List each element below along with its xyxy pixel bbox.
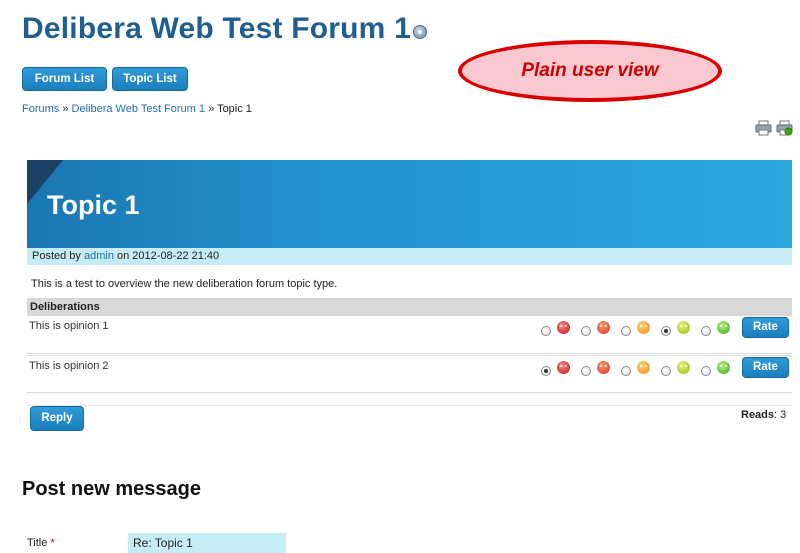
title-label-text: Title xyxy=(27,537,48,549)
print-icon[interactable] xyxy=(755,120,772,136)
breadcrumb-separator: » xyxy=(62,103,69,115)
rating-radio-very-good[interactable] xyxy=(701,326,711,336)
divider xyxy=(27,405,792,406)
neutral-face-icon xyxy=(637,321,650,334)
breadcrumb: Forums » Delibera Web Test Forum 1 » Top… xyxy=(22,103,252,115)
bad-face-icon xyxy=(597,361,610,374)
rating-radio-very-good[interactable] xyxy=(701,366,711,376)
reads-colon: : xyxy=(774,409,778,421)
opinion-row: This is opinion 2 Rate xyxy=(27,355,792,393)
neutral-face-icon xyxy=(637,361,650,374)
opinion-text: This is opinion 1 xyxy=(29,320,109,332)
topic-title: Topic 1 xyxy=(47,190,140,220)
very-bad-face-icon xyxy=(557,321,570,334)
author-link[interactable]: admin xyxy=(84,250,114,262)
deliberations-header: Deliberations xyxy=(27,298,792,316)
page-title: Delibera Web Test Forum 1 xyxy=(22,12,411,45)
title-field-label: Title * xyxy=(27,537,55,549)
breadcrumb-separator: » xyxy=(208,103,215,115)
rating-radio-neutral[interactable] xyxy=(621,366,631,376)
topic-body: This is a test to overview the new delib… xyxy=(31,278,338,290)
very-good-face-icon xyxy=(717,361,730,374)
good-face-icon xyxy=(677,361,690,374)
topic-banner: Topic 1 xyxy=(27,160,792,248)
opinion-text: This is opinion 2 xyxy=(29,360,109,372)
rating-radio-good[interactable] xyxy=(661,326,671,336)
very-bad-face-icon xyxy=(557,361,570,374)
rate-button[interactable]: Rate xyxy=(742,317,789,338)
forum-list-button[interactable]: Forum List xyxy=(22,67,107,91)
rating-radio-bad[interactable] xyxy=(581,366,591,376)
print-preview-icon[interactable] xyxy=(776,120,793,136)
reads-label: Reads xyxy=(741,409,775,421)
rating-radio-good[interactable] xyxy=(661,366,671,376)
help-icon[interactable] xyxy=(413,25,427,39)
rating-radio-bad[interactable] xyxy=(581,326,591,336)
posted-by-bar: Posted by admin on 2012-08-22 21:40 xyxy=(27,248,792,265)
good-face-icon xyxy=(677,321,690,334)
posted-by-label: Posted by xyxy=(32,250,81,262)
breadcrumb-current: Topic 1 xyxy=(217,103,252,115)
title-input[interactable] xyxy=(128,533,286,553)
posted-date: on 2012-08-22 21:40 xyxy=(117,250,220,262)
rate-button[interactable]: Rate xyxy=(742,357,789,378)
rating-radio-very-bad[interactable] xyxy=(541,326,551,336)
rating-radio-neutral[interactable] xyxy=(621,326,631,336)
breadcrumb-forums-link[interactable]: Forums xyxy=(22,103,59,115)
post-new-message-heading: Post new message xyxy=(22,478,201,500)
breadcrumb-forum-link[interactable]: Delibera Web Test Forum 1 xyxy=(72,103,205,115)
opinion-row: This is opinion 1 Rate xyxy=(27,316,792,354)
very-good-face-icon xyxy=(717,321,730,334)
required-marker: * xyxy=(50,537,55,549)
reads-count: Reads: 3 xyxy=(741,409,786,421)
rating-scale xyxy=(541,318,751,340)
topic-list-button[interactable]: Topic List xyxy=(112,67,188,91)
rating-radio-very-bad[interactable] xyxy=(541,366,551,376)
bad-face-icon xyxy=(597,321,610,334)
reads-value: 3 xyxy=(780,409,787,421)
annotation-text: Plain user view xyxy=(521,60,659,81)
reply-button[interactable]: Reply xyxy=(30,406,84,431)
rating-scale xyxy=(541,358,751,380)
annotation-callout: Plain user view xyxy=(458,40,722,102)
